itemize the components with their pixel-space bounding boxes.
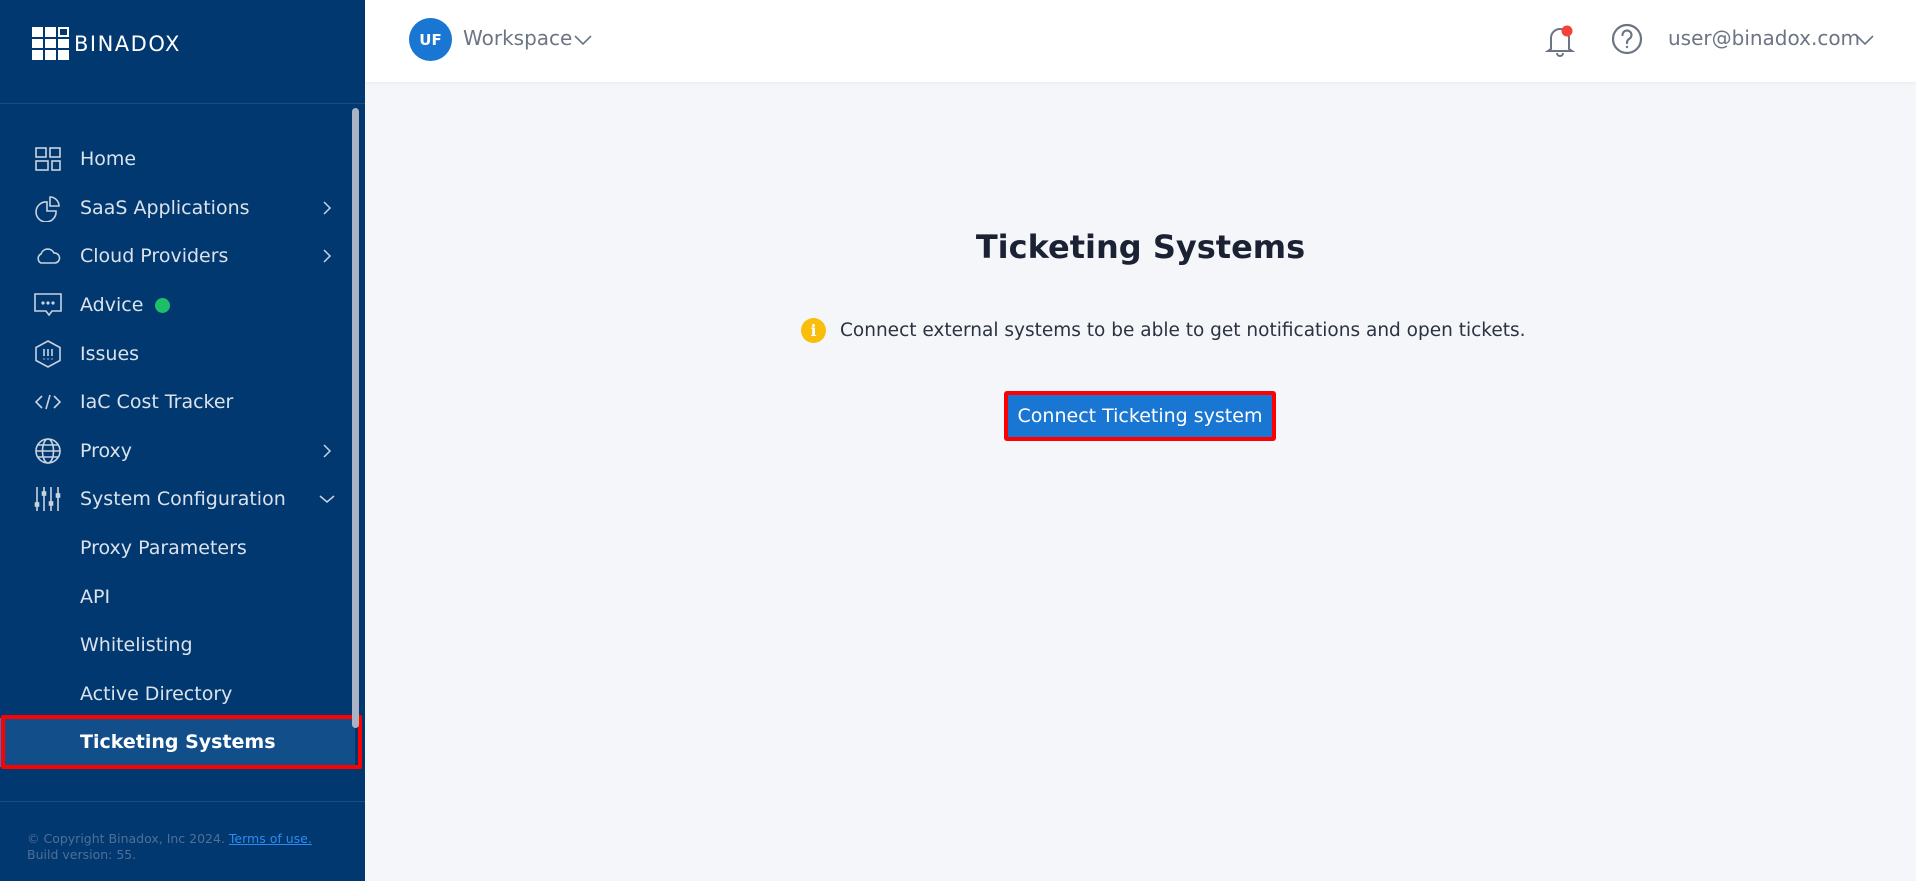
- sidebar-divider: [0, 801, 365, 802]
- sidebar: BINADOX Home SaaS Applications Cloud Pro…: [0, 0, 365, 881]
- chevron-right-icon: [323, 444, 332, 458]
- sidebar-footer: © Copyright Binadox, Inc 2024. Terms of …: [27, 831, 312, 863]
- sidebar-subitem-whitelisting[interactable]: Whitelisting: [0, 621, 355, 670]
- terms-of-use-link[interactable]: Terms of use.: [229, 831, 312, 846]
- sidebar-item-system-configuration[interactable]: System Configuration: [0, 475, 355, 524]
- chevron-down-icon: [319, 495, 335, 504]
- sidebar-item-label: Proxy Parameters: [80, 537, 247, 560]
- sliders-icon: [34, 485, 62, 513]
- connect-ticketing-system-button[interactable]: Connect Ticketing system: [1004, 391, 1276, 441]
- info-icon: i: [801, 318, 826, 343]
- notification-bell-icon[interactable]: [1543, 22, 1577, 58]
- binadox-logo[interactable]: BINADOX: [32, 27, 181, 60]
- sidebar-item-label: IaC Cost Tracker: [80, 391, 234, 414]
- sidebar-item-proxy[interactable]: Proxy: [0, 427, 355, 476]
- sidebar-scrollbar[interactable]: [352, 108, 359, 728]
- sidebar-item-cloud-providers[interactable]: Cloud Providers: [0, 232, 355, 281]
- sidebar-item-issues[interactable]: Issues: [0, 329, 355, 378]
- logo-grid-icon: [32, 27, 69, 60]
- sidebar-item-label: Advice: [80, 294, 144, 317]
- pie-chart-icon: [34, 194, 62, 222]
- sidebar-nav: Home SaaS Applications Cloud Providers A…: [0, 135, 355, 767]
- sidebar-subitem-active-directory[interactable]: Active Directory: [0, 670, 355, 719]
- sidebar-item-label: Proxy: [80, 439, 133, 462]
- code-icon: [34, 388, 62, 416]
- chat-bubble-icon: [34, 291, 62, 319]
- chevron-right-icon: [323, 249, 332, 264]
- info-message: i Connect external systems to be able to…: [801, 318, 1526, 343]
- globe-icon: [34, 437, 62, 465]
- chevron-down-icon[interactable]: [1855, 30, 1875, 50]
- sidebar-item-iac-cost-tracker[interactable]: IaC Cost Tracker: [0, 378, 355, 427]
- chevron-right-icon: [323, 201, 332, 215]
- main-content: Ticketing Systems i Connect external sys…: [365, 82, 1916, 881]
- workspace-avatar[interactable]: UF: [409, 18, 452, 61]
- sidebar-item-label: Active Directory: [80, 682, 233, 705]
- sidebar-item-label: Issues: [80, 342, 140, 365]
- sidebar-item-saas-applications[interactable]: SaaS Applications: [0, 184, 355, 233]
- advice-status-dot: [155, 297, 170, 313]
- hexagon-alert-icon: [34, 339, 62, 368]
- sidebar-subitem-api[interactable]: API: [0, 572, 355, 621]
- help-icon[interactable]: [1610, 22, 1644, 56]
- chevron-down-icon[interactable]: [573, 30, 593, 50]
- home-grid-icon: [34, 145, 62, 173]
- workspace-selector[interactable]: Workspace: [463, 26, 572, 50]
- sidebar-item-label: Whitelisting: [80, 634, 193, 657]
- sidebar-subitem-ticketing-systems[interactable]: Ticketing Systems: [0, 718, 355, 767]
- page-title: Ticketing Systems: [975, 228, 1306, 266]
- logo-text: BINADOX: [74, 31, 181, 56]
- cloud-icon: [34, 242, 62, 270]
- user-menu[interactable]: user@binadox.com: [1668, 26, 1860, 50]
- sidebar-item-label: SaaS Applications: [80, 196, 250, 219]
- build-version: Build version: 55.: [27, 847, 137, 862]
- sidebar-item-label: Cloud Providers: [80, 245, 229, 268]
- sidebar-item-label: Ticketing Systems: [80, 731, 276, 754]
- sidebar-item-label: Home: [80, 148, 137, 171]
- sidebar-divider: [0, 103, 365, 104]
- top-header: UF Workspace user@binadox.com: [365, 0, 1916, 82]
- sidebar-item-label: System Configuration: [80, 488, 286, 511]
- sidebar-subitem-proxy-parameters[interactable]: Proxy Parameters: [0, 524, 355, 573]
- sidebar-item-home[interactable]: Home: [0, 135, 355, 184]
- copyright-text: © Copyright Binadox, Inc 2024.: [27, 831, 225, 846]
- sidebar-item-advice[interactable]: Advice: [0, 281, 355, 330]
- info-text: Connect external systems to be able to g…: [840, 320, 1526, 341]
- sidebar-item-label: API: [80, 585, 111, 608]
